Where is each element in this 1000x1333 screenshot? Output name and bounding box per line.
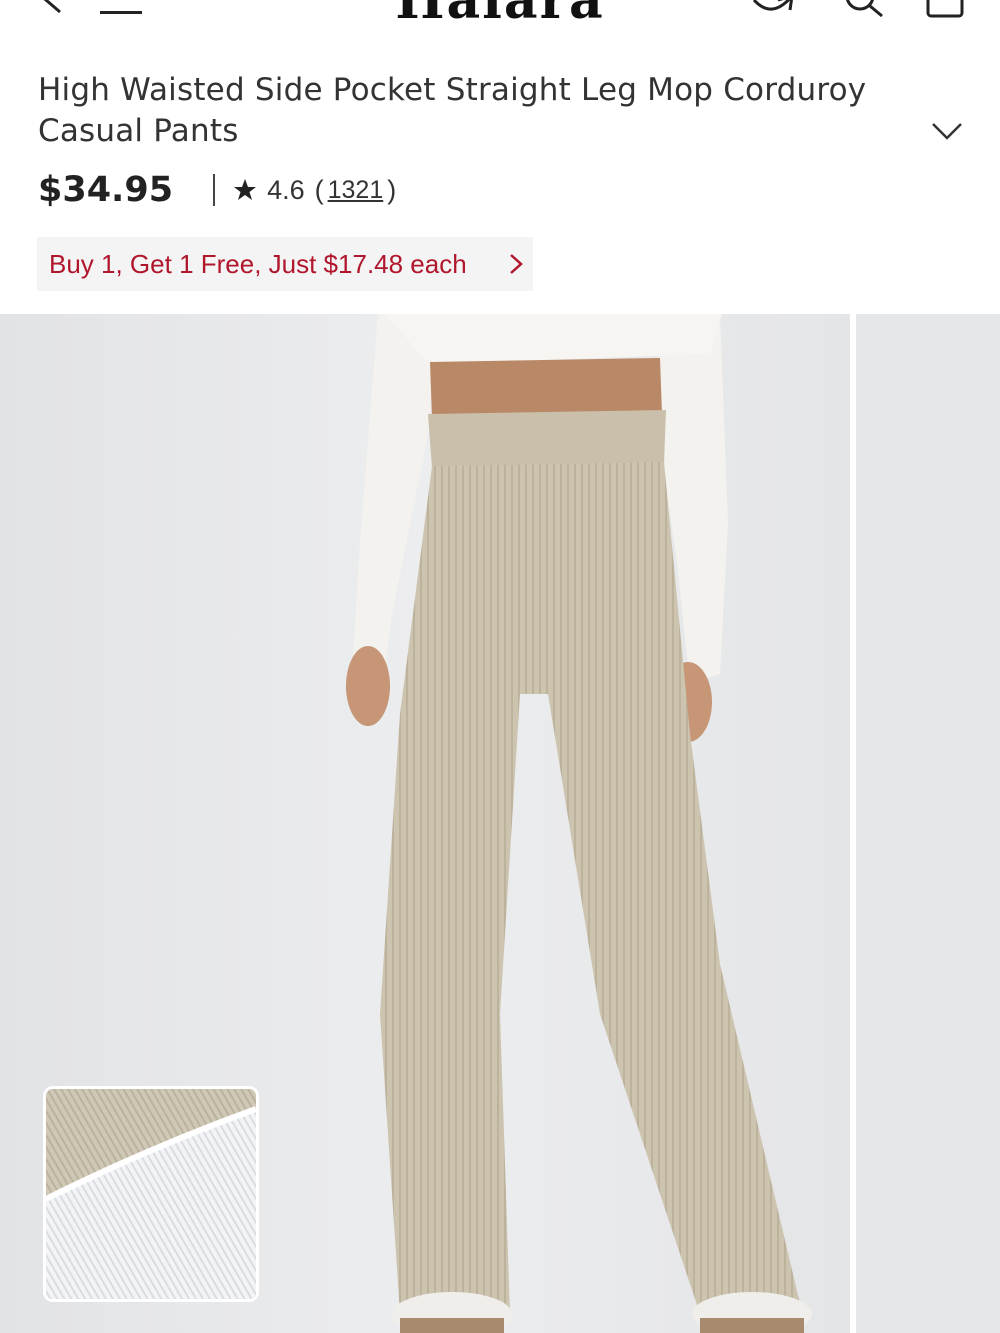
paren-open: (	[314, 174, 324, 205]
chevron-down-icon[interactable]	[930, 116, 964, 146]
search-icon[interactable]	[842, 0, 886, 20]
promo-banner[interactable]: Buy 1, Get 1 Free, Just $17.48 each	[37, 237, 533, 291]
product-price: $34.95	[38, 170, 174, 210]
fabric-detail-image	[46, 1089, 256, 1299]
product-header: High Waisted Side Pocket Straight Leg Mo…	[0, 40, 1000, 314]
top-nav: Halara	[0, 0, 1000, 40]
chevron-right-icon	[510, 254, 523, 274]
rating-value: 4.6	[267, 174, 305, 205]
separator	[213, 174, 216, 206]
product-gallery[interactable]	[0, 314, 1000, 1333]
cart-icon[interactable]	[924, 0, 968, 20]
promo-text: Buy 1, Get 1 Free, Just $17.48 each	[49, 248, 467, 279]
product-title: High Waisted Side Pocket Straight Leg Mo…	[38, 72, 867, 149]
star-icon	[234, 179, 257, 200]
share-icon[interactable]	[752, 0, 796, 20]
paren-close: )	[387, 174, 397, 205]
next-product-photo[interactable]	[856, 314, 1000, 1333]
review-count-link[interactable]: 1321	[328, 176, 384, 205]
price-rating-row: $34.95 4.6 ( 1321 )	[38, 168, 396, 212]
fabric-detail-thumbnail[interactable]	[43, 1086, 259, 1302]
